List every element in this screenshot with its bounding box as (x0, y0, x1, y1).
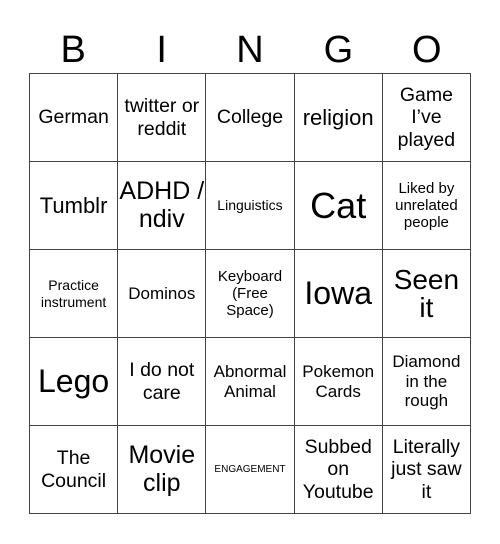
bingo-cell[interactable]: I do not care (118, 338, 207, 426)
header-letter-i: I (156, 29, 167, 71)
bingo-cell[interactable]: ENGAGEMENT (206, 426, 295, 514)
bingo-cell[interactable]: Diamond in the rough (382, 338, 471, 426)
bingo-cell[interactable]: Dominos (118, 250, 207, 338)
bingo-cell[interactable]: Pokemon Cards (294, 338, 383, 426)
header-letter-g: G (323, 29, 354, 71)
bingo-cell[interactable]: Liked by unrelated people (382, 162, 471, 250)
bingo-header: B I N G O (29, 30, 471, 70)
header-letter-o: O (412, 29, 442, 71)
bingo-cell[interactable]: German (30, 74, 119, 162)
bingo-cell[interactable]: The Council (30, 426, 119, 514)
bingo-cell[interactable]: Practice instrument (30, 250, 119, 338)
bingo-cell[interactable]: religion (294, 74, 383, 162)
bingo-cell[interactable]: Seen it (382, 250, 471, 338)
bingo-cell[interactable]: Game I’ve played (382, 74, 471, 162)
bingo-cell[interactable]: Linguistics (206, 162, 295, 250)
bingo-cell[interactable]: College (206, 74, 295, 162)
header-letter-b: B (60, 29, 86, 71)
bingo-cell[interactable]: Tumblr (30, 162, 119, 250)
bingo-cell[interactable]: Iowa (294, 250, 383, 338)
bingo-cell[interactable]: ADHD / ndiv (118, 162, 207, 250)
bingo-cell[interactable]: Subbed on Youtube (294, 426, 383, 514)
bingo-cell[interactable]: Abnormal Animal (206, 338, 295, 426)
bingo-cell[interactable]: Literally just saw it (382, 426, 471, 514)
bingo-cell[interactable]: Cat (294, 162, 383, 250)
bingo-cell[interactable]: Lego (30, 338, 119, 426)
bingo-cell[interactable]: twitter or reddit (118, 74, 207, 162)
bingo-cell free-space[interactable]: Keyboard (Free Space) (206, 250, 295, 338)
header-letter-n: N (236, 29, 264, 71)
bingo-cell[interactable]: Movie clip (118, 426, 207, 514)
bingo-grid: German twitter or reddit College religio… (29, 73, 471, 514)
